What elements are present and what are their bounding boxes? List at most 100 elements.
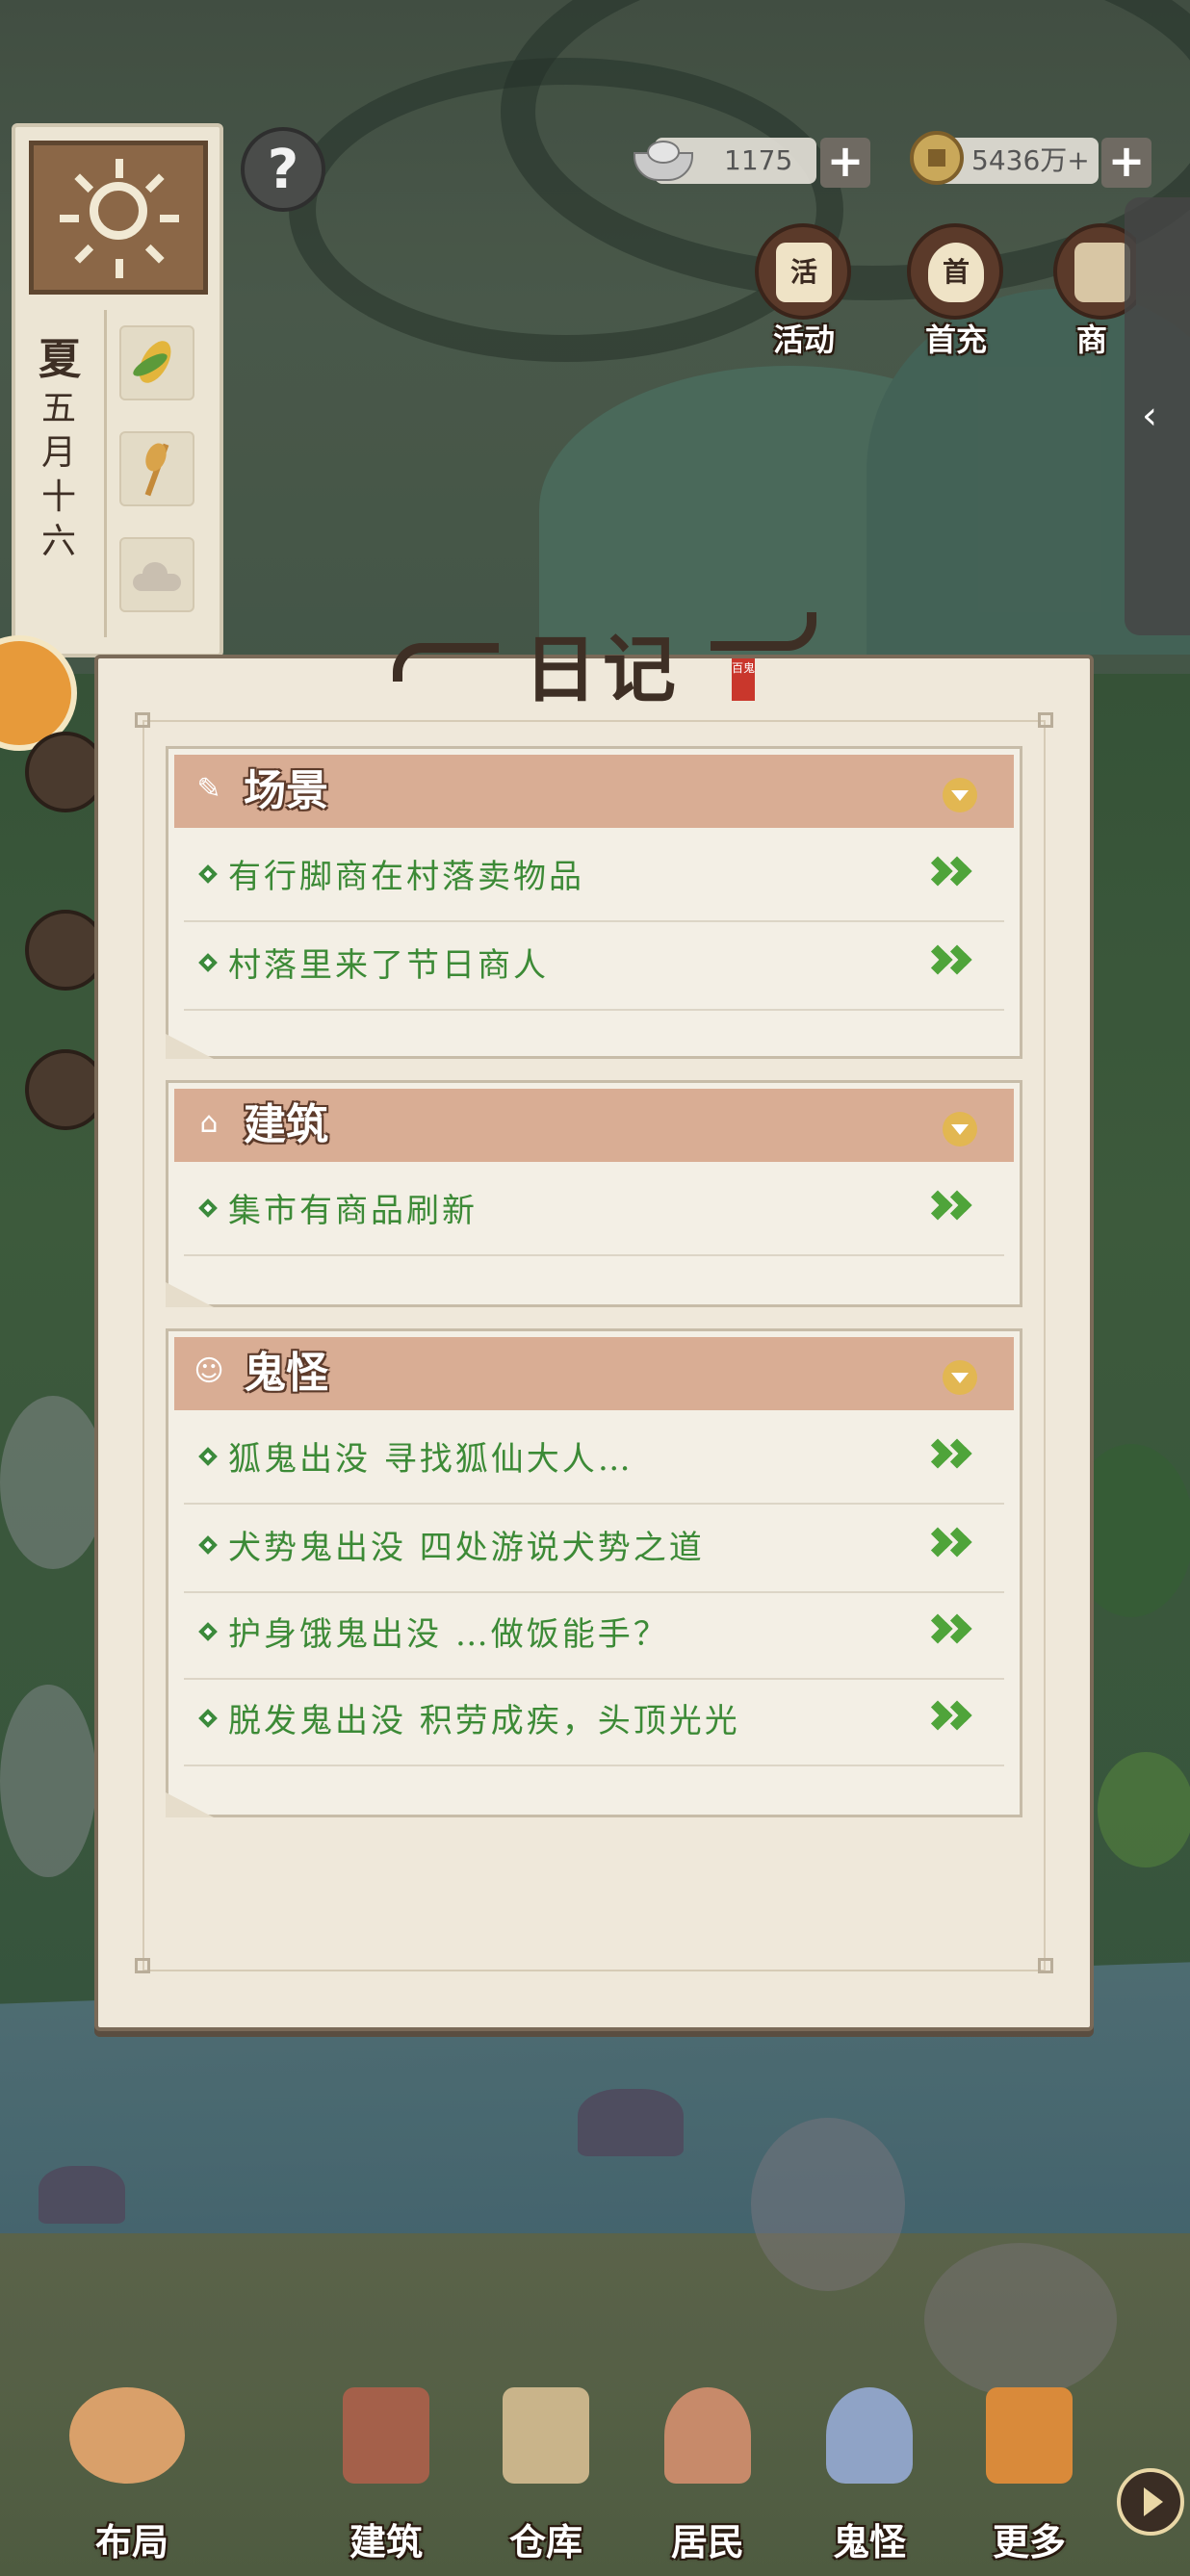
section-building: ⌂ 建筑 集市有商品刷新	[166, 1080, 1022, 1307]
diary-entry[interactable]: 护身饿鬼出没 …做饭能手？	[184, 1591, 1004, 1680]
building-icon	[343, 2387, 429, 2484]
date-label: 五 月 十 六	[35, 387, 83, 564]
diary-entry[interactable]: 村落里来了节日商人	[184, 922, 1004, 1011]
entry-text: 村落里来了节日商人	[228, 946, 549, 985]
nav-expand-arrow-icon[interactable]	[1117, 2468, 1184, 2536]
diamond-bullet-icon	[198, 1198, 218, 1218]
date-char: 月	[40, 433, 76, 473]
divider	[104, 310, 107, 637]
section-header[interactable]: ☺ 鬼怪	[174, 1337, 1014, 1410]
section-title: 鬼怪	[244, 1349, 328, 1398]
nav-layout[interactable]: 布局	[60, 2378, 204, 2570]
diary-title-banner: 日记 百鬼	[393, 605, 816, 712]
diary-entry[interactable]: 脱发鬼出没 积劳成疾，头顶光光	[184, 1678, 1004, 1766]
first-recharge-label: 首充	[924, 322, 987, 358]
frame-corner	[1038, 712, 1053, 728]
coin-amount: 5436万+	[971, 144, 1090, 176]
go-arrow-icon[interactable]	[922, 1189, 983, 1233]
paper-fold	[166, 1792, 214, 1817]
house-icon: ⌂	[199, 1106, 219, 1140]
collapse-chevron-icon[interactable]	[943, 778, 977, 812]
nav-warehouse[interactable]: 仓库	[474, 2378, 618, 2570]
diary-entry[interactable]: 犬势鬼出没 四处游说犬势之道	[184, 1505, 1004, 1593]
diamond-bullet-icon	[198, 1535, 218, 1555]
go-arrow-icon[interactable]	[922, 1699, 983, 1743]
collapse-chevron-icon[interactable]	[943, 1360, 977, 1395]
money-bag-icon: 首	[907, 223, 1003, 320]
date-char: 五	[40, 389, 76, 428]
diamond-bullet-icon	[198, 1447, 218, 1466]
go-arrow-icon[interactable]	[922, 855, 983, 899]
cloud-weather-icon[interactable]	[119, 537, 194, 612]
section-scene: ✎ 场景 有行脚商在村落卖物品 村落里来了节日商人	[166, 746, 1022, 1059]
go-arrow-icon[interactable]	[922, 1612, 983, 1657]
frame-corner	[1038, 1958, 1053, 1973]
nav-label: 仓库	[508, 2520, 582, 2563]
silver-amount: 1175	[724, 144, 793, 176]
more-icon	[986, 2387, 1073, 2484]
diary-title: 日记	[524, 627, 682, 712]
copper-coin-icon	[910, 131, 964, 185]
warehouse-icon	[503, 2387, 589, 2484]
section-header[interactable]: ⌂ 建筑	[174, 1089, 1014, 1162]
date-char: 十	[40, 477, 76, 517]
season-label: 夏	[39, 335, 81, 384]
resident-icon	[664, 2387, 751, 2484]
silver-ingot-icon	[628, 135, 695, 181]
section-title: 建筑	[244, 1100, 328, 1149]
date-char: 六	[40, 522, 76, 561]
paper-fold	[166, 1282, 214, 1307]
nav-more[interactable]: 更多	[957, 2378, 1101, 2570]
side-panel-toggle[interactable]: ‹	[1125, 197, 1190, 635]
help-button[interactable]: ?	[241, 127, 325, 212]
brush-icon: ✎	[196, 772, 221, 806]
cloud-ornament-right	[711, 612, 816, 651]
nav-label: 建筑	[349, 2520, 423, 2563]
diamond-bullet-icon	[198, 1622, 218, 1641]
nav-monsters[interactable]: 鬼怪	[797, 2378, 942, 2570]
corn-crop-icon[interactable]	[119, 325, 194, 400]
entry-text: 狐鬼出没 寻找狐仙大人…	[228, 1440, 634, 1479]
cloud-ornament-left	[393, 643, 499, 682]
collapse-chevron-icon[interactable]	[943, 1112, 977, 1146]
go-arrow-icon[interactable]	[922, 1526, 983, 1570]
first-recharge-button[interactable]: 首 首充	[903, 223, 1009, 368]
section-header[interactable]: ✎ 场景	[174, 755, 1014, 828]
entry-text: 护身饿鬼出没 …做饭能手？	[228, 1615, 669, 1654]
activity-label: 活动	[772, 322, 835, 358]
nav-label: 布局	[94, 2520, 168, 2563]
diamond-bullet-icon	[198, 864, 218, 884]
recharge-glyph: 首	[928, 243, 984, 302]
add-coin-button[interactable]: +	[1101, 138, 1151, 188]
frame-corner	[135, 712, 150, 728]
red-seal-stamp: 百鬼	[732, 658, 755, 701]
entry-text: 集市有商品刷新	[228, 1192, 478, 1230]
ghost-icon: ☺	[194, 1354, 224, 1388]
diamond-bullet-icon	[198, 1709, 218, 1728]
activity-button[interactable]: 活 活动	[751, 223, 857, 368]
diary-entry[interactable]: 狐鬼出没 寻找狐仙大人…	[184, 1416, 1004, 1505]
add-silver-button[interactable]: +	[820, 138, 870, 188]
diamond-bullet-icon	[198, 953, 218, 972]
entry-text: 脱发鬼出没 积劳成疾，头顶光光	[228, 1702, 740, 1740]
diary-entry[interactable]: 集市有商品刷新	[184, 1168, 1004, 1256]
entry-text: 犬势鬼出没 四处游说犬势之道	[228, 1529, 705, 1567]
nav-residents[interactable]: 居民	[635, 2378, 780, 2570]
section-monster: ☺ 鬼怪 狐鬼出没 寻找狐仙大人… 犬势鬼出没 四处游说犬势之道 护身饿鬼出没 …	[166, 1328, 1022, 1817]
calendar-panel: 夏 五 月 十 六	[12, 123, 223, 657]
wheat-crop-icon[interactable]	[119, 431, 194, 506]
bottom-nav: 布局 建筑 仓库 居民 鬼怪 更多	[0, 2378, 1190, 2576]
ghost-icon	[826, 2387, 913, 2484]
diary-entry[interactable]: 有行脚商在村落卖物品	[184, 834, 1004, 922]
weather-sun-icon[interactable]	[29, 141, 208, 295]
nav-building[interactable]: 建筑	[314, 2378, 458, 2570]
shop-button[interactable]: 商	[1049, 223, 1136, 368]
layout-icon	[69, 2387, 185, 2484]
nav-label: 居民	[670, 2520, 744, 2563]
nav-label: 鬼怪	[832, 2520, 906, 2563]
paper-fold	[166, 1034, 214, 1059]
go-arrow-icon[interactable]	[922, 943, 983, 988]
frame-corner	[135, 1958, 150, 1973]
go-arrow-icon[interactable]	[922, 1437, 983, 1481]
entry-text: 有行脚商在村落卖物品	[228, 858, 584, 896]
